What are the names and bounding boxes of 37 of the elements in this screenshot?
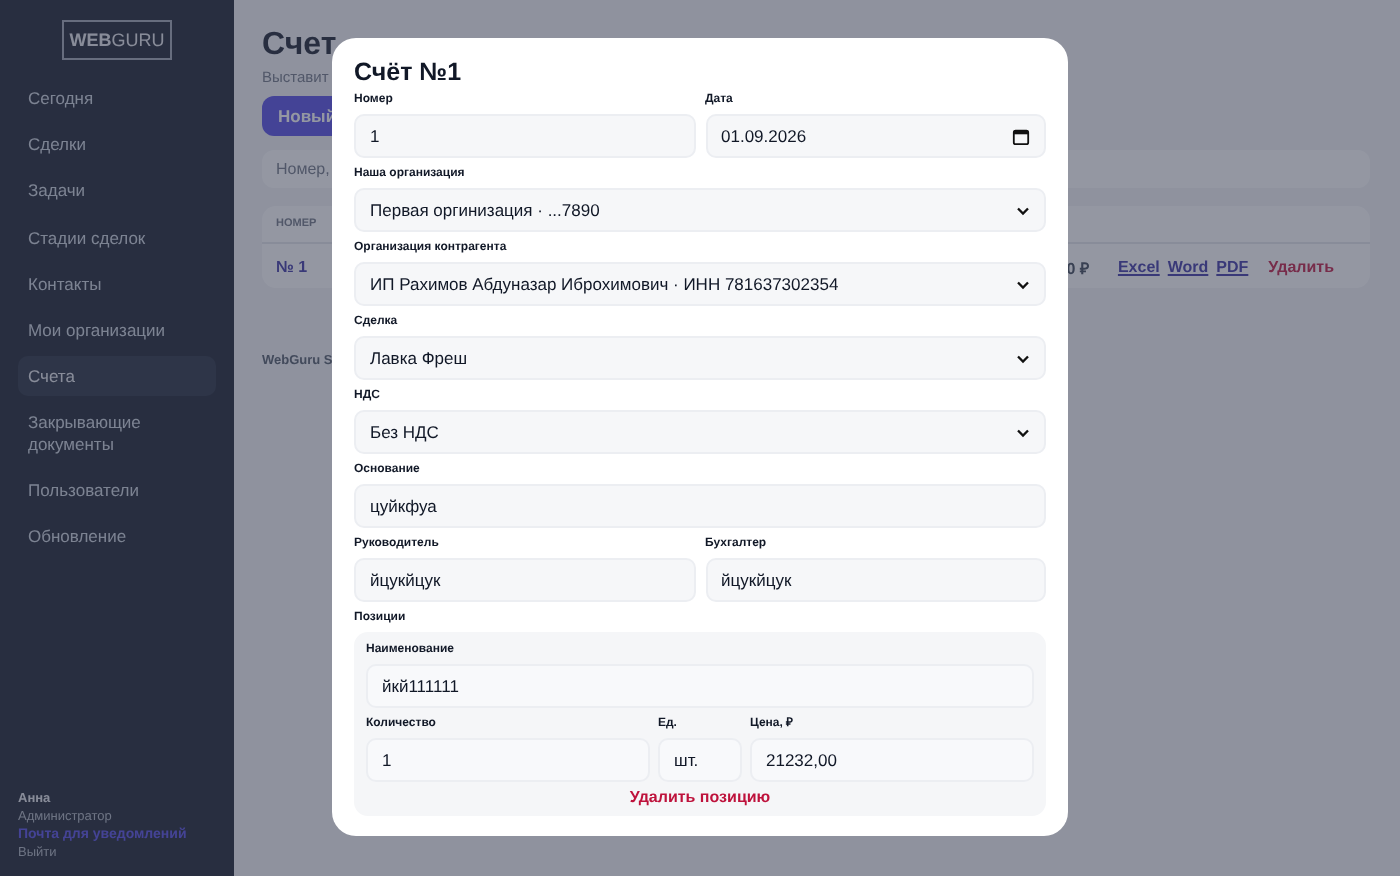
export-link[interactable]: PDF (1216, 257, 1249, 275)
sidebar-item[interactable]: Счета (18, 356, 216, 397)
select-field[interactable]: Лавка Фреш (354, 336, 1046, 380)
sidebar-item[interactable]: Сделки (18, 124, 216, 165)
export-link[interactable]: Excel (1117, 257, 1160, 275)
delete-position-link[interactable]: Удалить позицию (629, 788, 771, 806)
sidebar-item[interactable]: Закрывающие документы (18, 402, 216, 464)
text-field[interactable]: 1 (366, 738, 650, 782)
page-title: Счет (262, 28, 337, 64)
date-field[interactable]: 01.09.2026 (705, 114, 1046, 158)
sidebar-item[interactable]: Мои организации (18, 309, 216, 351)
text-field[interactable]: йкй111111 (366, 664, 1034, 708)
sidebar-item[interactable]: Сегодня (18, 78, 216, 119)
dialog-title: Счёт №1 (354, 58, 464, 86)
text-field[interactable]: йцукйцук (705, 558, 1046, 602)
text-field[interactable]: йцукйцук (354, 558, 695, 602)
delete-link[interactable]: Удалить (1268, 257, 1334, 275)
logo: WEBGURU (61, 20, 173, 60)
select-field[interactable]: ИП Рахимов Абдуназар Иброхимович · ИНН 781637302354 (354, 262, 1046, 306)
sidebar-item[interactable]: Пользователи (18, 469, 216, 510)
sidebar-item[interactable]: Обновление (18, 515, 216, 557)
export-link[interactable]: Word (1167, 257, 1209, 275)
text-field[interactable]: цуйкфуа (354, 484, 1046, 528)
chevron-down-icon (1016, 427, 1030, 437)
text-field[interactable]: шт. (658, 738, 742, 782)
sidebar-item[interactable]: Контакты (18, 263, 216, 304)
select-field[interactable]: Первая оргинизация · ...7890 (354, 188, 1046, 232)
text-field[interactable]: 21232,00 (750, 738, 1034, 782)
chevron-down-icon (1016, 353, 1030, 363)
sidebar-item[interactable]: Задачи (18, 170, 216, 212)
chevron-down-icon (1016, 279, 1030, 289)
invoice-number-link[interactable]: № 1 (276, 257, 308, 275)
text-field[interactable]: 1 (354, 114, 695, 158)
chevron-down-icon (1016, 205, 1030, 215)
sidebar-item[interactable]: Стадии сделок (18, 217, 216, 258)
calendar-icon[interactable] (1012, 127, 1030, 145)
select-field[interactable]: Без НДС (354, 410, 1046, 454)
